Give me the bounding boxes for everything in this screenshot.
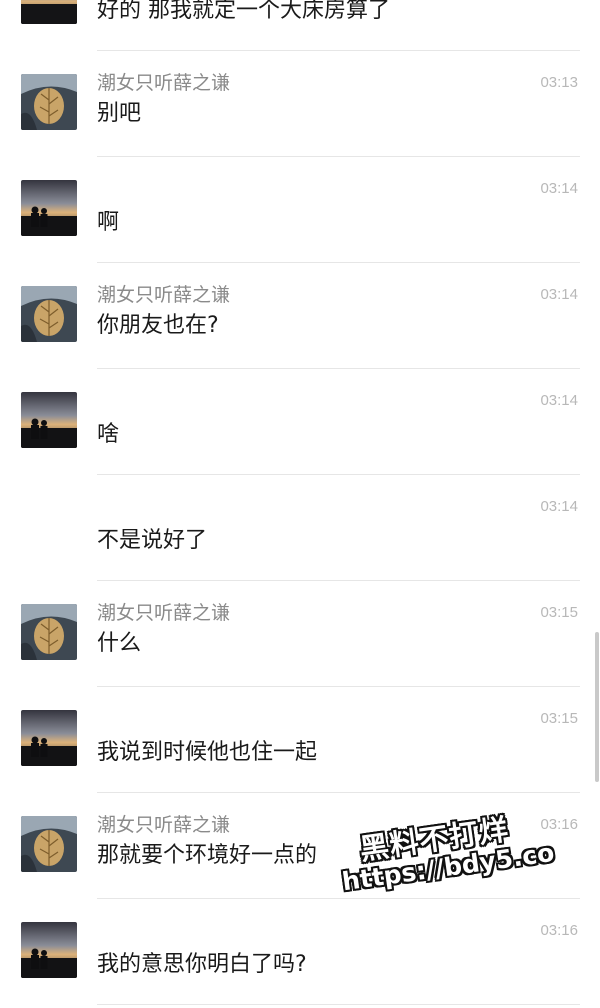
- chat-message[interactable]: 潮女只听薛之谦 03:16 那就要个环境好一点的: [0, 793, 600, 899]
- chat-message[interactable]: 03:14 啊: [0, 157, 600, 263]
- sender-avatar[interactable]: [21, 74, 77, 130]
- message-time: 03:14: [540, 180, 578, 197]
- leaf-avatar-icon: [21, 604, 77, 660]
- message-time: 03:16: [540, 816, 578, 833]
- sender-avatar[interactable]: [21, 286, 77, 342]
- message-text: 你朋友也在?: [97, 313, 219, 338]
- sender-avatar[interactable]: [21, 710, 77, 766]
- sunset-avatar-icon: [21, 0, 77, 24]
- message-text: 啊: [97, 210, 120, 235]
- sunset-avatar-icon: [21, 392, 77, 448]
- message-text: 别吧: [97, 101, 142, 126]
- chat-message[interactable]: 03:14 不是说好了: [0, 475, 600, 581]
- sunset-avatar-icon: [21, 922, 77, 978]
- sender-name: 潮女只听薛之谦: [97, 72, 231, 94]
- message-time: 03:13: [540, 74, 578, 91]
- message-text: 好的 那我就定一个大床房算了: [97, 0, 390, 23]
- message-text: 不是说好了: [97, 528, 208, 553]
- chat-message[interactable]: 潮女只听薛之谦 03:15 什么: [0, 581, 600, 687]
- message-time: 03:14: [540, 498, 578, 515]
- message-text: 啥: [97, 422, 120, 447]
- sender-name: 潮女只听薛之谦: [97, 284, 231, 306]
- sender-avatar[interactable]: [21, 180, 77, 236]
- message-time: 03:15: [540, 710, 578, 727]
- leaf-avatar-icon: [21, 286, 77, 342]
- leaf-avatar-icon: [21, 816, 77, 872]
- message-text: 我的意思你明白了吗?: [97, 952, 307, 977]
- message-time: 03:14: [540, 392, 578, 409]
- sender-avatar[interactable]: [21, 922, 77, 978]
- message-time: 03:16: [540, 922, 578, 939]
- message-text: 我说到时候他也住一起: [97, 740, 318, 765]
- scrollbar-thumb[interactable]: [595, 632, 599, 782]
- message-text: 那就要个环境好一点的: [97, 843, 318, 868]
- sender-name: 潮女只听薛之谦: [97, 602, 231, 624]
- sender-avatar[interactable]: [21, 604, 77, 660]
- chat-message[interactable]: 03:16 我的意思你明白了吗?: [0, 899, 600, 1005]
- sender-avatar[interactable]: [21, 392, 77, 448]
- divider: [97, 1004, 580, 1005]
- chat-history-list[interactable]: 好的 那我就定一个大床房算了 潮女只听薛之谦 03:13 别吧 03:14 啊 …: [0, 0, 600, 1008]
- chat-message[interactable]: 潮女只听薛之谦 03:14 你朋友也在?: [0, 263, 600, 369]
- chat-message[interactable]: 03:15 我说到时候他也住一起: [0, 687, 600, 793]
- sender-avatar[interactable]: [21, 0, 77, 24]
- chat-message[interactable]: 好的 那我就定一个大床房算了: [0, 0, 600, 51]
- sender-avatar[interactable]: [21, 816, 77, 872]
- chat-message[interactable]: 03:14 啥: [0, 369, 600, 475]
- sunset-avatar-icon: [21, 180, 77, 236]
- message-text: 什么: [97, 631, 142, 656]
- message-time: 03:15: [540, 604, 578, 621]
- leaf-avatar-icon: [21, 74, 77, 130]
- message-time: 03:14: [540, 286, 578, 303]
- sender-name: 潮女只听薛之谦: [97, 814, 231, 836]
- sunset-avatar-icon: [21, 710, 77, 766]
- chat-message[interactable]: 潮女只听薛之谦 03:13 别吧: [0, 51, 600, 157]
